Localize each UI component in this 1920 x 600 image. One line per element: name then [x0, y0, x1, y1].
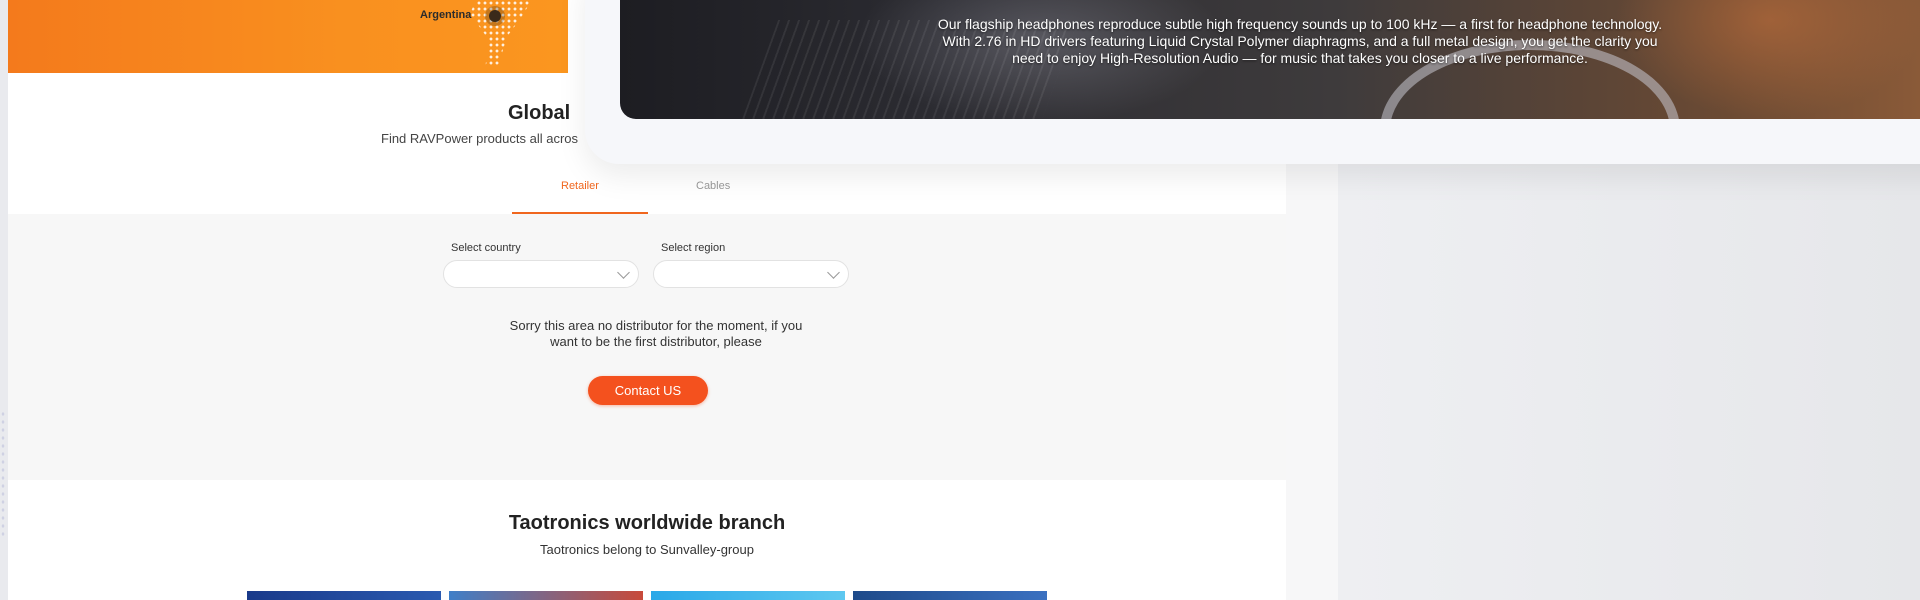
chevron-down-icon — [617, 266, 630, 279]
chevron-down-icon — [827, 266, 840, 279]
contact-us-button[interactable]: Contact US — [588, 376, 708, 405]
map-country-label: Argentina — [420, 9, 472, 21]
branch-section-title: Taotronics worldwide branch — [508, 512, 786, 534]
distributor-tabs: Retailer Cables — [8, 172, 1286, 215]
video-description: Our flagship headphones reproduce subtle… — [937, 16, 1663, 66]
world-map-banner: Argentina — [8, 0, 568, 73]
branch-image[interactable] — [247, 591, 441, 600]
global-section-subtitle: Find RAVPower products all acros — [381, 131, 579, 146]
no-distributor-message: Sorry this area no distributor for the m… — [476, 318, 836, 350]
country-select-label: Select country — [451, 242, 521, 254]
product-video-frame[interactable]: Our flagship headphones reproduce subtle… — [620, 0, 1920, 119]
no-distributor-line-2: want to be the first distributor, please — [550, 334, 762, 349]
region-select-label: Select region — [661, 242, 726, 254]
south-america-dot-map — [470, 0, 532, 66]
branch-image[interactable] — [449, 591, 643, 600]
location-pin-icon[interactable] — [489, 10, 501, 22]
no-distributor-line-1: Sorry this area no distributor for the m… — [509, 318, 803, 333]
tab-retailer[interactable]: Retailer — [561, 180, 599, 192]
branch-image[interactable] — [853, 591, 1047, 600]
branch-section-subtitle: Taotronics belong to Sunvalley-group — [540, 542, 754, 557]
global-section-title: Global — [508, 102, 571, 124]
tab-cables[interactable]: Cables — [696, 180, 730, 192]
branch-image[interactable] — [651, 591, 845, 600]
region-select[interactable] — [653, 260, 849, 288]
decorative-dot-grid — [0, 410, 6, 540]
country-select[interactable] — [443, 260, 639, 288]
